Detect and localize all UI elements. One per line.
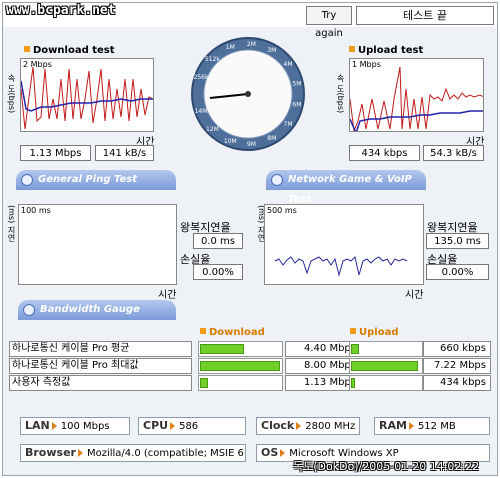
bandwidth-row: 하나로통신 케이블 Pro 평균 4.40 Mbps 660 kbps [9,341,491,357]
arrow-icon [408,422,414,430]
upload-bar-track [349,341,423,357]
upload-title: Upload test [349,45,423,56]
gauge-tick-label: 3M [267,47,276,54]
download-graph: 2 Mbps [20,58,154,132]
ping-graph: 100 ms [18,204,177,285]
upload-bar [351,344,359,354]
bandwidth-download-header: Download [200,327,265,338]
download-bar [200,344,244,354]
site-brand: www.bcpark.net [6,3,116,18]
upload-speed-kbps: 434 kbps [349,145,420,161]
arrow-icon [77,449,83,457]
game-loss-value: 0.00% [426,264,489,280]
ping-scale: 100 ms [21,206,51,215]
try-again-button[interactable]: Try again [306,6,352,39]
download-ylabel: 속 도(bps) [7,74,16,114]
download-speed-kbs: 141 kB/s [95,145,154,161]
arrow-icon [23,304,35,316]
ram-info: RAM 512 MB [374,417,490,435]
browser-info: Browser Mozilla/4.0 (compatible; MSIE 6.0 [20,444,246,462]
bandwidth-row-name: 하나로통신 케이블 Pro 최대값 [9,358,192,374]
download-bar [200,378,208,388]
bandwidth-row: 사용자 측정값 1.13 Mbps 434 kbps [9,375,491,391]
upload-value: 434 kbps [423,375,491,391]
download-peak-line [21,66,153,130]
upload-graph: 1 Mbps [349,58,484,132]
upload-speed-kbs: 54.3 kB/s [423,145,484,161]
arrow-icon [271,174,283,186]
bandwidth-row-name: 하나로통신 케이블 Pro 평균 [9,341,192,357]
bandwidth-upload-header: Upload [350,327,398,338]
gauge-tick-label: 5M [292,80,301,87]
gauge-tick-label: 10M [224,138,237,145]
clock-info: Clock 2800 MHz [256,417,360,435]
upload-bar [351,378,355,388]
bullet-icon [350,328,356,334]
ping-rtt-value: 0.0 ms [193,233,243,249]
gauge-tick-label: 2M [247,41,256,48]
ping-xlabel: 시간 [158,290,177,301]
download-bar-track [198,341,283,357]
upload-ylabel: 속 도(bps) [336,74,345,114]
gauge-tick-label: 7M [284,121,293,128]
gauge-tick-label: 12M [206,126,219,133]
upload-value: 660 kbps [423,341,491,357]
cpu-info: CPU 586 [138,417,246,435]
upload-peak-line [350,66,483,131]
upload-value: 7.22 Mbps [423,358,491,374]
gauge-tick-label: 4M [284,61,293,68]
download-speed-mbps: 1.13 Mbps [20,145,91,161]
bullet-icon [24,46,30,52]
arrow-icon [51,422,57,430]
upload-bar-track [349,358,423,374]
bullet-icon [349,46,355,52]
gauge-tick-label: 9M [247,141,256,148]
game-latency-line [274,256,408,277]
gauge-tick-label: 1M [226,44,235,51]
download-bar-track [198,375,283,391]
tab-network-game[interactable]: Network Game & VoIP Test [266,170,426,205]
watermark: 독도(DokDo)/2005-01-20 14:02:22 [293,460,480,473]
arrow-icon [21,174,33,186]
ping-ylabel: (ms) 지연 [7,205,16,242]
upload-bar [351,361,418,371]
gauge-tick-label: 256k [194,74,209,81]
tab-bandwidth-gauge[interactable]: Bandwidth Gauge [18,300,176,320]
upload-bar-track [349,375,423,391]
download-title: Download test [24,45,115,56]
ping-loss-value: 0.00% [193,264,243,280]
download-bar-track [198,358,283,374]
status-field: 테스트 끝 [356,6,494,25]
gauge-tick-label: 512k [205,56,220,63]
speed-gauge: 256k 512k 1M 2M 3M 4M 5M 6M 7M 8M 9M 10M 12M 14M [191,37,305,151]
download-bar [200,361,280,371]
lan-info: LAN 100 Mbps [20,417,130,435]
game-rtt-value: 135.0 ms [426,233,489,249]
gauge-tick-label: 14M [195,108,208,115]
arrow-icon [170,422,176,430]
game-xlabel: 시간 [405,290,424,301]
game-graph: 500 ms [264,204,424,285]
arrow-icon [296,422,302,430]
arrow-icon [280,449,286,457]
bullet-icon [200,328,206,334]
tab-general-ping[interactable]: General Ping Test [16,170,176,190]
gauge-tick-label: 6M [292,102,301,109]
bandwidth-row: 하나로통신 케이블 Pro 최대값 8.00 Mbps 7.22 Mbps [9,358,491,374]
gauge-tick-label: 8M [267,135,276,142]
bandwidth-row-name: 사용자 측정값 [9,375,192,391]
